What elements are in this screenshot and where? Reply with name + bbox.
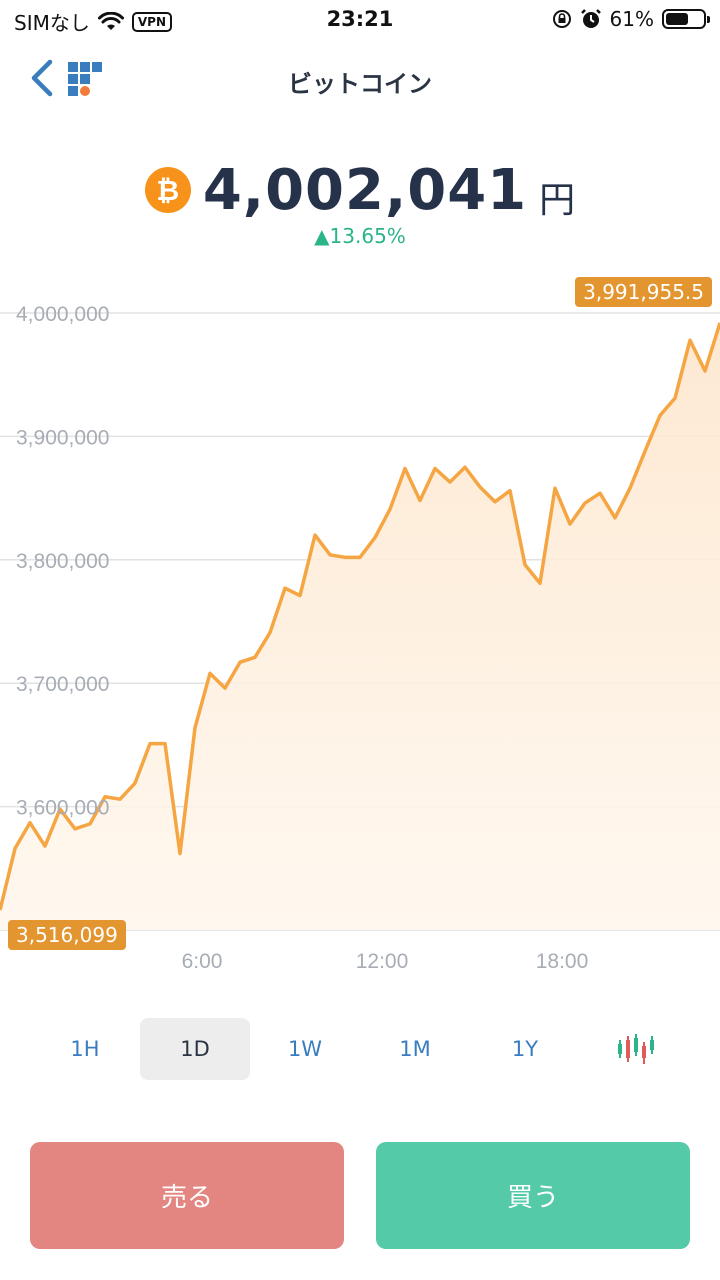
chart-canvas: 4,000,000 3,900,000 3,800,000 3,700,000 3,60…	[0, 303, 720, 973]
battery-icon	[662, 9, 710, 29]
current-price: 4,002,041	[202, 157, 528, 223]
bitcoin-icon: ₿	[144, 167, 191, 213]
tab-1m[interactable]: 1M	[360, 1018, 470, 1080]
tab-1w[interactable]: 1W	[250, 1018, 360, 1080]
tab-1d[interactable]: 1D	[140, 1018, 250, 1080]
x-tick-label: 6:00	[182, 950, 223, 973]
price-unit: 円	[539, 180, 576, 221]
rotation-lock-icon	[552, 10, 571, 28]
candlestick-toggle[interactable]	[580, 1018, 690, 1080]
y-tick-label: 3,900,000	[16, 426, 109, 449]
timeframe-selector: 1H 1D 1W 1M 1Y	[30, 1018, 690, 1080]
sell-button[interactable]: 売る	[30, 1142, 344, 1249]
page-title: ビットコイン	[288, 70, 432, 98]
status-right: 61%	[552, 7, 710, 31]
alarm-icon	[580, 9, 601, 28]
y-tick-label: 3,600,000	[16, 797, 109, 820]
y-tick-label: 4,000,000	[16, 303, 109, 326]
high-price-label: 3,991,955.5	[575, 276, 712, 307]
tab-1h[interactable]: 1H	[30, 1018, 140, 1080]
tab-1y[interactable]: 1Y	[470, 1018, 580, 1080]
buy-button[interactable]: 買う	[376, 1142, 690, 1249]
price-chart[interactable]: 4,000,000 3,900,000 3,800,000 3,700,000 3,60…	[0, 260, 720, 990]
price-change: ▲13.65%	[314, 224, 406, 248]
battery-percent: 61%	[609, 7, 654, 31]
y-tick-label: 3,800,000	[16, 550, 109, 573]
price-area	[0, 322, 720, 931]
y-tick-label: 3,700,000	[16, 673, 109, 696]
x-tick-label: 12:00	[356, 950, 409, 973]
nav-bar: ビットコイン	[0, 44, 720, 120]
low-price-label: 3,516,099	[8, 920, 126, 951]
candlestick-icon	[618, 1034, 654, 1064]
x-tick-label: 18:00	[536, 950, 589, 973]
status-bar: SIMなし VPN 23:21 61%	[0, 0, 720, 40]
price-header: ₿ 4,002,041 円	[0, 150, 720, 230]
